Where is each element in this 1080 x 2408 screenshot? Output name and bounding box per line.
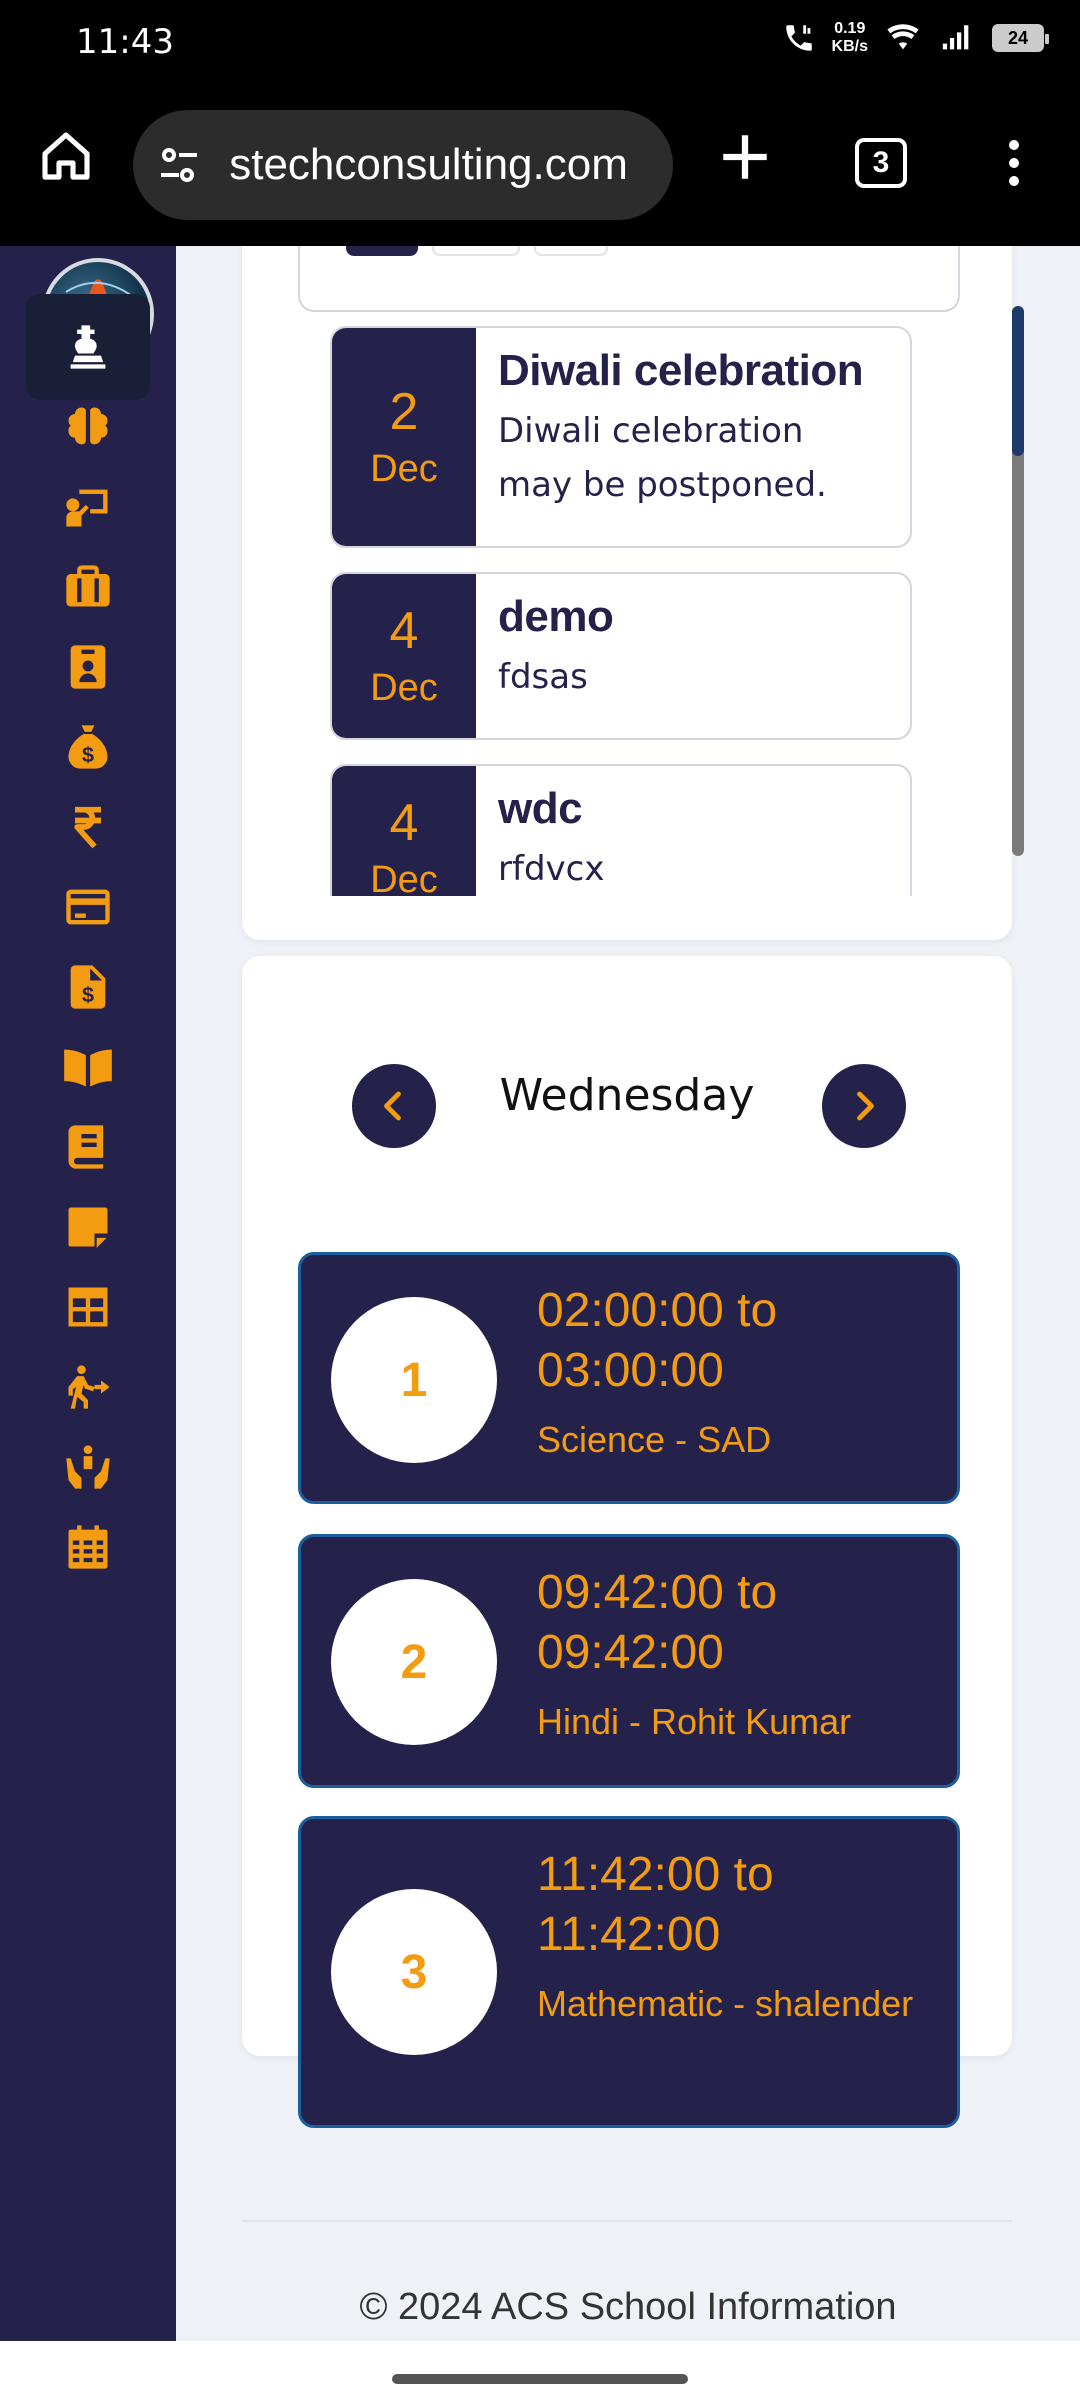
- tab-switcher-button[interactable]: 3: [855, 138, 907, 188]
- footer-divider: [242, 2220, 1012, 2222]
- filter-button[interactable]: [534, 246, 608, 256]
- period-card[interactable]: 1 02:00:00 to 03:00:00 Science - SAD: [298, 1252, 960, 1504]
- event-month: Dec: [370, 859, 438, 896]
- browser-toolbar: stechconsulting.com 3: [0, 88, 1080, 246]
- period-number: 1: [331, 1297, 497, 1463]
- book-icon: [68, 1125, 104, 1169]
- period-subject: Mathematic - shalender: [537, 1983, 914, 2024]
- calendar-icon: [68, 1525, 108, 1569]
- events-list: 2 Dec Diwali celebration Diwali celebrat…: [330, 326, 912, 896]
- event-card[interactable]: 4 Dec demo fdsas: [330, 572, 912, 740]
- event-date: 4 Dec: [332, 766, 476, 896]
- day-navigator: Wednesday: [242, 1056, 1012, 1148]
- sidebar: $ $: [0, 246, 176, 2341]
- teacher-icon: [66, 489, 108, 527]
- signal-icon: [942, 25, 969, 50]
- brain-icon: [68, 407, 108, 445]
- status-icons: 0.19 KB/s 24: [782, 20, 1049, 56]
- svg-text:$: $: [82, 742, 94, 767]
- events-card: 2 Dec Diwali celebration Diwali celebrat…: [242, 246, 1024, 940]
- timetable-card: Wednesday 1 02:00:00 to 03:00:00 Science…: [242, 956, 1012, 2128]
- open-book-icon: [64, 1049, 112, 1087]
- svg-text:$: $: [82, 982, 94, 1007]
- footer-copyright: © 2024 ACS School Information: [359, 2286, 897, 2328]
- money-bag-icon: $: [68, 725, 108, 769]
- network-speed-value: 0.19: [834, 20, 866, 37]
- rupee-icon: [74, 806, 101, 849]
- event-card[interactable]: 4 Dec wdc rfdvcx: [330, 764, 912, 896]
- home-indicator[interactable]: [392, 2374, 688, 2384]
- events-scrollbar-thumb[interactable]: [1012, 306, 1024, 456]
- sticky-note-icon: [68, 1207, 108, 1248]
- event-title: demo: [498, 592, 614, 641]
- status-bar: 11:43 0.19 KB/s 24: [0, 0, 1080, 88]
- id-badge-icon: [70, 645, 106, 689]
- event-description: fdsas: [498, 657, 588, 697]
- filter-button-active[interactable]: [346, 246, 418, 256]
- battery-indicator: 24: [992, 24, 1049, 52]
- event-date: 4 Dec: [332, 574, 476, 738]
- period-subject: Science - SAD: [537, 1419, 772, 1460]
- filter-button[interactable]: [432, 246, 520, 256]
- network-speed-unit: KB/s: [831, 38, 868, 55]
- event-day: 4: [389, 794, 419, 852]
- wifi-icon: [887, 24, 919, 50]
- event-month: Dec: [370, 448, 438, 490]
- network-speed: 0.19 KB/s: [832, 20, 868, 56]
- period-card[interactable]: 3 11:42:00 to 11:42:00 Mathematic - shal…: [298, 1816, 960, 2128]
- status-time: 11:43: [76, 22, 174, 62]
- event-day: 4: [389, 602, 419, 660]
- address-bar[interactable]: stechconsulting.com: [133, 110, 673, 220]
- period-number: 3: [331, 1889, 497, 2055]
- period-time: 11:42:00 to 11:42:00: [537, 1848, 774, 1961]
- period-time: 09:42:00 to 09:42:00: [537, 1566, 778, 1679]
- chevron-right-icon: [857, 1091, 874, 1121]
- invoice-icon: $: [70, 965, 106, 1009]
- event-day: 2: [389, 383, 419, 441]
- home-icon[interactable]: [38, 128, 94, 184]
- wifi-calling-icon: [785, 25, 812, 51]
- more-options-icon[interactable]: [1000, 140, 1028, 188]
- next-day-button[interactable]: [822, 1064, 906, 1148]
- url-text[interactable]: stechconsulting.com: [217, 140, 628, 190]
- event-card[interactable]: 2 Dec Diwali celebration Diwali celebrat…: [330, 326, 912, 548]
- site-settings-icon[interactable]: [155, 141, 203, 189]
- person-walking-arrow-icon: [68, 1365, 110, 1409]
- sidebar-item-calendar[interactable]: [26, 1494, 150, 1600]
- event-title: Diwali celebration: [498, 346, 864, 395]
- event-date: 2 Dec: [332, 328, 476, 546]
- event-month: Dec: [370, 667, 438, 709]
- main-content: 2 Dec Diwali celebration Diwali celebrat…: [176, 246, 1080, 2341]
- event-description: rfdvcx: [498, 849, 605, 889]
- hands-holding-child-icon: [66, 1445, 110, 1489]
- period-number: 2: [331, 1579, 497, 1745]
- new-tab-icon[interactable]: [716, 128, 774, 186]
- table-icon: [68, 1287, 108, 1327]
- briefcase-icon: [66, 565, 110, 607]
- period-time: 02:00:00 to 03:00:00: [537, 1284, 778, 1397]
- chess-king-icon: [70, 325, 106, 369]
- period-card[interactable]: 2 09:42:00 to 09:42:00 Hindi - Rohit Kum…: [298, 1534, 960, 1788]
- event-filter-box: [298, 246, 960, 312]
- event-description: Diwali celebration may be postponed.: [498, 411, 827, 505]
- period-subject: Hindi - Rohit Kumar: [537, 1701, 852, 1742]
- credit-card-icon: [66, 889, 110, 925]
- event-title: wdc: [498, 784, 583, 833]
